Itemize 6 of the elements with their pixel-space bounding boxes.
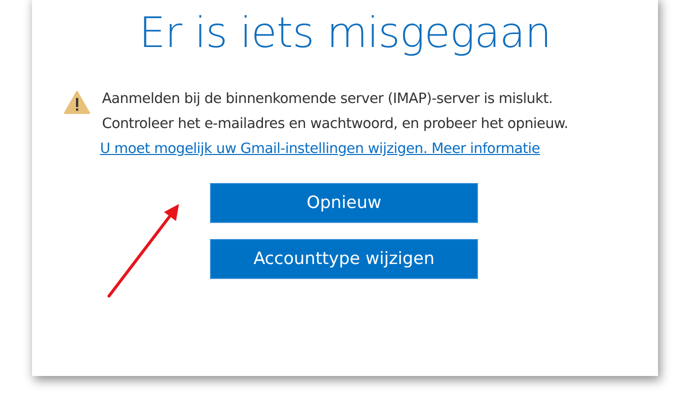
info-link[interactable]: U moet mogelijk uw Gmail-instellingen wijzigen. Meer informatie [100,141,540,157]
warning-icon [64,91,90,114]
dialog-title: Er is iets misgegaan [138,8,552,57]
action-button[interactable]: Accounttype wijzigen [210,239,478,279]
error-message: Aanmelden bij de binnenkomende server (IMAP)-server is mislukt. Controleer het e-mailadres en wachtwoord, en probeer het opnieuw. [102,90,568,134]
action-button[interactable]: Opnieuw [210,183,478,223]
